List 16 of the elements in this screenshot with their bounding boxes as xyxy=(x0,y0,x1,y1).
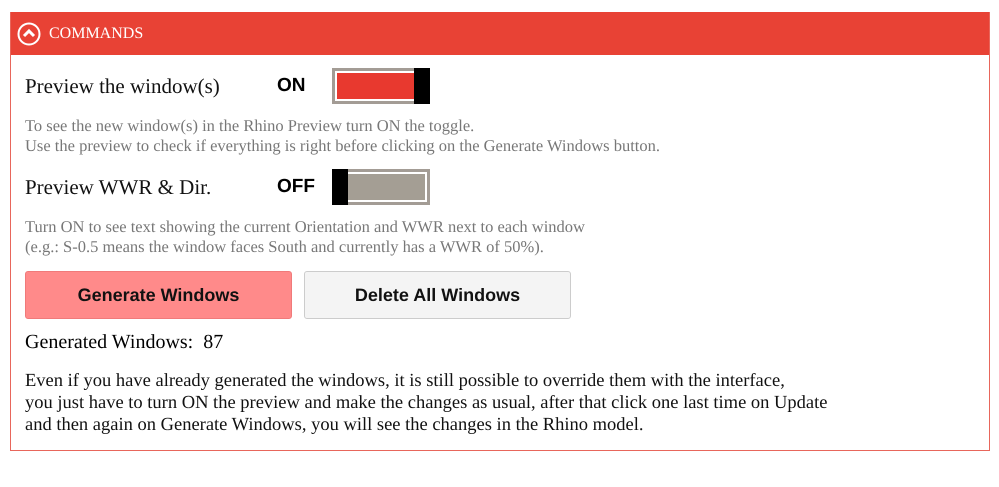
toggle-state: OFF xyxy=(277,176,316,198)
toggle-switch[interactable] xyxy=(332,68,430,104)
generated-label: Generated Windows: xyxy=(25,331,194,354)
section-title: COMMANDS xyxy=(49,24,144,42)
generated-count: 87 xyxy=(203,331,224,354)
section-header[interactable]: COMMANDS xyxy=(11,12,989,55)
toggle-state: ON xyxy=(277,75,306,97)
toggle-label: Preview WWR & Dir. xyxy=(25,174,212,200)
note-text: Even if you have already generated the windows, it is still possible to override them with the interface, you just have to turn ON the preview and make the changes as usual, after that click one last time on Update and then again on Generate Windows, you will see the changes in the Rhino model. xyxy=(25,370,828,436)
toggle-label: Preview the window(s) xyxy=(25,74,221,98)
delete-button[interactable]: Delete All Windows xyxy=(304,271,571,319)
help-text: To see the new window(s) in the Rhino Preview turn ON the toggle. Use the preview to check if everything is right before clicking on the Generate Windows button. xyxy=(25,116,662,156)
help-text: Turn ON to see text showing the current Orientation and WWR next to each window (e.g.: S-0.5 means the window faces South and currently has a WWR of 50%). xyxy=(25,217,586,257)
toggle-switch[interactable] xyxy=(332,169,430,205)
generate-button[interactable]: Generate Windows xyxy=(25,271,292,319)
collapse-icon[interactable] xyxy=(17,22,41,46)
